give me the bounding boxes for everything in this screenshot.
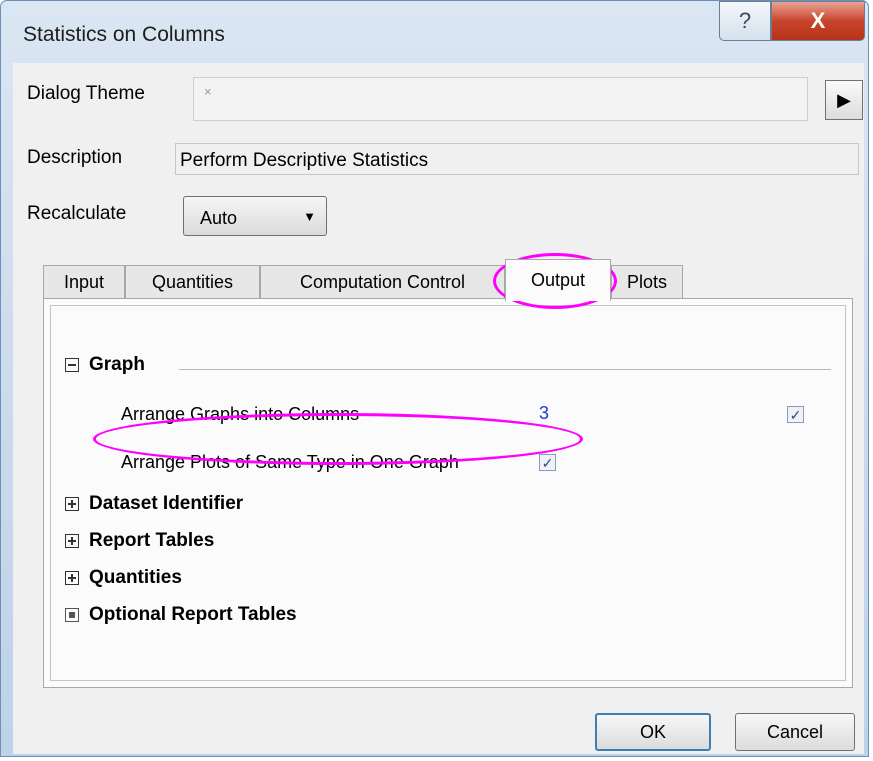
recalculate-dropdown[interactable]: Auto ▼	[183, 196, 327, 236]
play-arrow-icon: ▶	[837, 89, 851, 110]
expand-icon	[65, 571, 79, 585]
section-divider	[179, 369, 831, 370]
dataset-identifier-section[interactable]: Dataset Identifier	[65, 493, 243, 515]
chevron-down-icon: ▼	[303, 209, 316, 224]
check-icon: ✓	[789, 406, 802, 423]
optional-report-tables-section[interactable]: Optional Report Tables	[65, 604, 297, 626]
help-button[interactable]: ?	[719, 1, 771, 41]
title-bar[interactable]: Statistics on Columns ? X	[1, 1, 868, 63]
arrange-plots-label: Arrange Plots of Same Type in One Graph	[121, 452, 459, 472]
tab-plots[interactable]: Plots	[611, 265, 683, 299]
close-icon: X	[810, 8, 826, 33]
close-button[interactable]: X	[771, 1, 865, 41]
theme-placeholder-icon: ×	[204, 84, 212, 99]
check-icon: ✓	[541, 454, 554, 471]
arrange-plots-checkbox[interactable]: ✓	[539, 454, 556, 471]
arrange-graphs-checkbox[interactable]: ✓	[787, 406, 804, 423]
report-tables-section[interactable]: Report Tables	[65, 530, 214, 552]
tab-input[interactable]: Input	[43, 265, 125, 299]
dialog-theme-label: Dialog Theme	[27, 83, 145, 104]
dialog-window: Statistics on Columns ? X Dialog Theme ×…	[0, 0, 869, 757]
recalculate-value: Auto	[200, 208, 238, 228]
tab-output[interactable]: Output	[505, 259, 611, 301]
dialog-body: Dialog Theme × ▶ Description Perform Des…	[13, 63, 864, 754]
tab-computation-control[interactable]: Computation Control	[260, 265, 505, 299]
ok-button[interactable]: OK	[595, 713, 711, 751]
output-tree: Graph Arrange Graphs into Columns 3 ✓ Ar…	[50, 305, 846, 681]
output-tab-panel: Graph Arrange Graphs into Columns 3 ✓ Ar…	[43, 298, 853, 688]
window-title: Statistics on Columns	[23, 23, 225, 46]
tab-quantities[interactable]: Quantities	[125, 265, 260, 299]
graph-section-header[interactable]: Graph	[65, 354, 145, 376]
expand-icon	[65, 497, 79, 511]
cancel-button[interactable]: Cancel	[735, 713, 855, 751]
quantities-section[interactable]: Quantities	[65, 567, 182, 589]
theme-menu-button[interactable]: ▶	[825, 80, 863, 120]
arrange-graphs-label: Arrange Graphs into Columns	[121, 404, 360, 424]
description-label: Description	[27, 147, 123, 168]
collapse-icon	[65, 358, 79, 372]
help-icon: ?	[738, 8, 752, 33]
optional-expand-icon	[65, 608, 79, 622]
dialog-theme-input[interactable]: ×	[193, 77, 808, 121]
description-field: Perform Descriptive Statistics	[175, 143, 859, 175]
expand-icon	[65, 534, 79, 548]
recalculate-label: Recalculate	[27, 203, 127, 224]
arrange-graphs-value[interactable]: 3	[539, 403, 549, 424]
